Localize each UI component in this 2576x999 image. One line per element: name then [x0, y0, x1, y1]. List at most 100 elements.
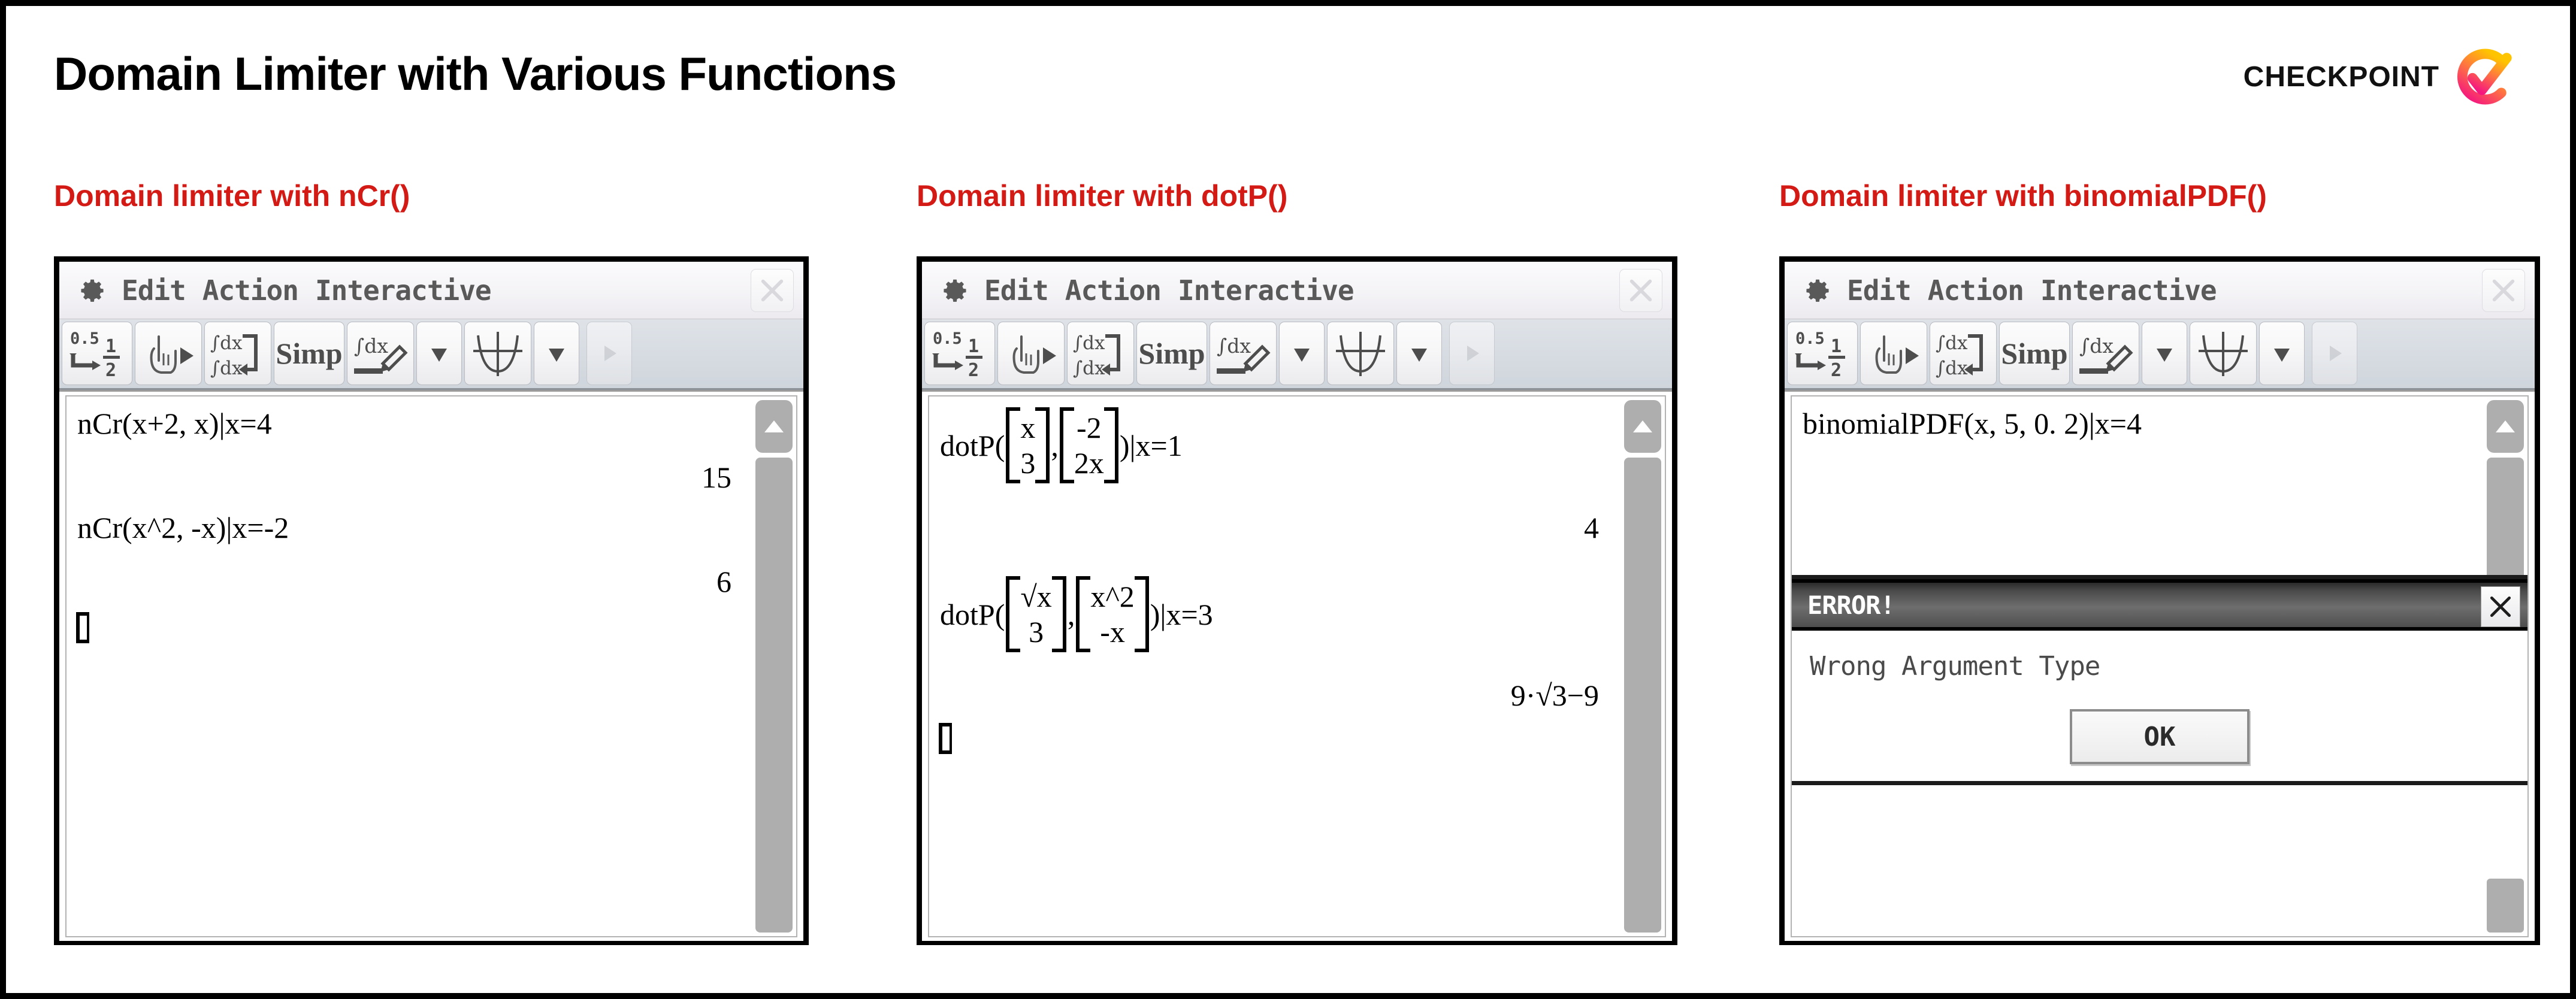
toolbar-dropdown-2[interactable]: [1396, 322, 1442, 385]
calc-screen-ncr[interactable]: nCr(x+2, x)|x=4 15 nCr(x^2, -x)|x=-2 6: [65, 395, 797, 937]
section-heading-binomialpdf: Domain limiter with binomialPDF(): [1779, 179, 2267, 213]
toolbar-cursor-mode[interactable]: [1860, 322, 1927, 385]
section-heading-ncr: Domain limiter with nCr(): [54, 179, 410, 213]
svg-text:∫dx: ∫dx: [210, 332, 243, 354]
toolbar-simplify[interactable]: Simp: [274, 322, 344, 385]
graph-curve-icon: [470, 327, 526, 380]
menu-item-edit[interactable]: Edit: [1847, 274, 1912, 307]
menu-item-action[interactable]: Action: [202, 274, 299, 307]
ok-button[interactable]: OK: [2070, 709, 2250, 764]
toolbar-next-page[interactable]: [2312, 322, 2357, 385]
close-window-button[interactable]: [751, 269, 794, 312]
toolbar-next-page[interactable]: [1449, 322, 1495, 385]
toolbar-interactive-edit[interactable]: ∫dx: [1210, 322, 1277, 385]
expr-suffix: )|x=1: [1119, 428, 1183, 462]
menu-item-interactive[interactable]: Interactive: [2040, 274, 2217, 307]
close-window-button[interactable]: [2482, 269, 2525, 312]
result-line: 9·√3−9: [1510, 679, 1599, 712]
gear-icon[interactable]: [942, 278, 967, 303]
menu-item-edit[interactable]: Edit: [122, 274, 186, 307]
toolbar-simplify[interactable]: Simp: [1136, 322, 1207, 385]
brand-lockup: CHECKPOINT: [2244, 43, 2516, 110]
toolbar-decimal-fraction-toggle[interactable]: 0.5 1 2: [62, 322, 132, 385]
toolbar-graph[interactable]: [1327, 322, 1394, 385]
result-line: 4: [1584, 511, 1599, 544]
scroll-up-button[interactable]: [2487, 400, 2524, 453]
vertical-scrollbar[interactable]: [755, 400, 793, 933]
menu-item-edit[interactable]: Edit: [984, 274, 1049, 307]
menu-item-interactive[interactable]: Interactive: [315, 274, 492, 307]
calc-screen-dotp[interactable]: dotP( x 3 , -2 2x )|x=1 4 dotP(√x 3 , x…: [928, 395, 1666, 937]
expr-suffix: )|x=3: [1150, 597, 1213, 631]
close-window-button[interactable]: [1619, 269, 1662, 312]
integral-pencil-icon: ∫dx: [2077, 326, 2134, 380]
menu-item-interactive[interactable]: Interactive: [1178, 274, 1354, 307]
svg-text:2: 2: [1831, 360, 1842, 381]
error-dialog-close-button[interactable]: [2481, 586, 2520, 627]
simp-icon: Simp: [2001, 337, 2068, 370]
toolbar-dropdown-1[interactable]: [1279, 322, 1325, 385]
error-dialog-actions: OK: [1810, 709, 2510, 764]
menu-bar: Edit Action Interactive: [59, 262, 803, 319]
toolbar-decimal-fraction-toggle[interactable]: 0.5 1 2: [924, 322, 995, 385]
toolbar-calc-toggle[interactable]: ∫dx ∫dx: [1930, 322, 1997, 385]
toolbar-dropdown-1[interactable]: [2142, 322, 2187, 385]
svg-text:∫dx: ∫dx: [1073, 358, 1105, 379]
matrix-cell: √x: [1020, 580, 1052, 613]
0.5-to-half-icon: 0.5 1 2: [931, 326, 988, 381]
error-dialog-titlebar: ERROR!: [1792, 579, 2527, 631]
toolbar-calc-toggle[interactable]: ∫dx ∫dx: [1067, 322, 1134, 385]
error-message: Wrong Argument Type: [1810, 651, 2100, 682]
matrix-operand-2: x^2 -x: [1076, 576, 1150, 652]
svg-text:2: 2: [105, 360, 116, 381]
result-line: 6: [716, 565, 731, 598]
calc-screen-binomialpdf[interactable]: binomialPDF(x, 5, 0. 2)|x=4 ERROR! Wrong…: [1791, 395, 2529, 937]
svg-text:∫dx: ∫dx: [2079, 334, 2114, 358]
toolbar-decimal-fraction-toggle[interactable]: 0.5 1 2: [1787, 322, 1858, 385]
chevron-down-icon: [2269, 341, 2294, 365]
close-icon: [758, 277, 786, 304]
calculator-panel-binomialpdf: Edit Action Interactive 0.5 1 2 ∫dx ∫dx …: [1779, 256, 2540, 945]
section-heading-dotp: Domain limiter with dotP(): [917, 179, 1288, 213]
gear-icon[interactable]: [80, 278, 105, 303]
scroll-thumb-lower[interactable]: [2487, 879, 2524, 933]
toolbar-graph[interactable]: [464, 322, 531, 385]
toolbar-interactive-edit[interactable]: ∫dx: [2072, 322, 2139, 385]
menu-item-action[interactable]: Action: [1065, 274, 1162, 307]
svg-text:∫dx: ∫dx: [210, 358, 243, 379]
svg-text:∫dx: ∫dx: [1217, 334, 1251, 358]
toolbar-graph[interactable]: [2190, 322, 2257, 385]
scroll-thumb[interactable]: [755, 458, 793, 933]
integral-pencil-icon: ∫dx: [1214, 326, 1272, 380]
svg-text:2: 2: [968, 360, 979, 381]
toolbar-simplify[interactable]: Simp: [1999, 322, 2070, 385]
toolbar: 0.5 1 2 ∫dx ∫dx Simp ∫dx: [922, 319, 1672, 390]
toolbar-dropdown-2[interactable]: [534, 322, 579, 385]
matrix-cell: 3: [1029, 614, 1044, 649]
menu-item-action[interactable]: Action: [1928, 274, 2024, 307]
error-dialog-body: Wrong Argument Type OK: [1792, 631, 2527, 781]
expression-line: dotP( x 3 , -2 2x )|x=1: [940, 407, 1183, 483]
matrix-cell: x^2: [1090, 580, 1135, 613]
scroll-up-button[interactable]: [755, 400, 793, 453]
svg-text:∫dx: ∫dx: [1936, 358, 1968, 379]
triangle-up-icon: [762, 417, 786, 436]
chevron-down-icon: [1289, 341, 1314, 365]
work-area: binomialPDF(x, 5, 0. 2)|x=4 ERROR! Wrong…: [1785, 390, 2535, 941]
svg-text:1: 1: [1831, 336, 1842, 357]
toolbar-cursor-mode[interactable]: [135, 322, 202, 385]
toolbar-interactive-edit[interactable]: ∫dx: [347, 322, 414, 385]
toolbar-next-page[interactable]: [586, 322, 632, 385]
calculator-panel-dotp: Edit Action Interactive 0.5 1 2 ∫dx ∫dx …: [917, 256, 1677, 945]
integral-swap-icon: ∫dx ∫dx: [208, 326, 268, 380]
vertical-scrollbar[interactable]: [1624, 400, 1661, 933]
toolbar-dropdown-1[interactable]: [416, 322, 462, 385]
toolbar-calc-toggle[interactable]: ∫dx ∫dx: [204, 322, 271, 385]
page-title: Domain Limiter with Various Functions: [54, 47, 897, 100]
gear-icon[interactable]: [1805, 278, 1830, 303]
toolbar-cursor-mode[interactable]: [997, 322, 1065, 385]
scroll-up-button[interactable]: [1624, 400, 1661, 453]
toolbar-dropdown-2[interactable]: [2259, 322, 2305, 385]
scroll-thumb[interactable]: [1624, 458, 1661, 933]
